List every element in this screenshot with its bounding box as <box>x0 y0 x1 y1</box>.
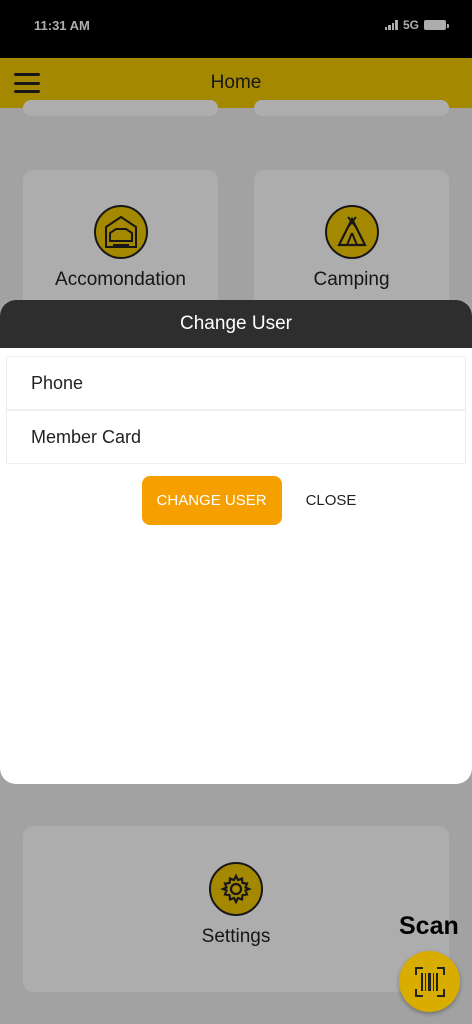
option-phone[interactable]: Phone <box>6 356 466 410</box>
change-user-dialog: Change User Phone Member Card CHANGE USE… <box>0 300 472 784</box>
scan-label: Scan <box>399 912 459 940</box>
dialog-actions: CHANGE USER CLOSE <box>0 476 472 525</box>
close-button[interactable]: CLOSE <box>296 484 367 517</box>
scan-button[interactable] <box>399 951 460 1012</box>
change-user-button[interactable]: CHANGE USER <box>141 476 282 525</box>
option-member-card[interactable]: Member Card <box>6 410 466 464</box>
barcode-scan-icon <box>414 966 445 997</box>
dialog-title: Change User <box>0 300 472 348</box>
